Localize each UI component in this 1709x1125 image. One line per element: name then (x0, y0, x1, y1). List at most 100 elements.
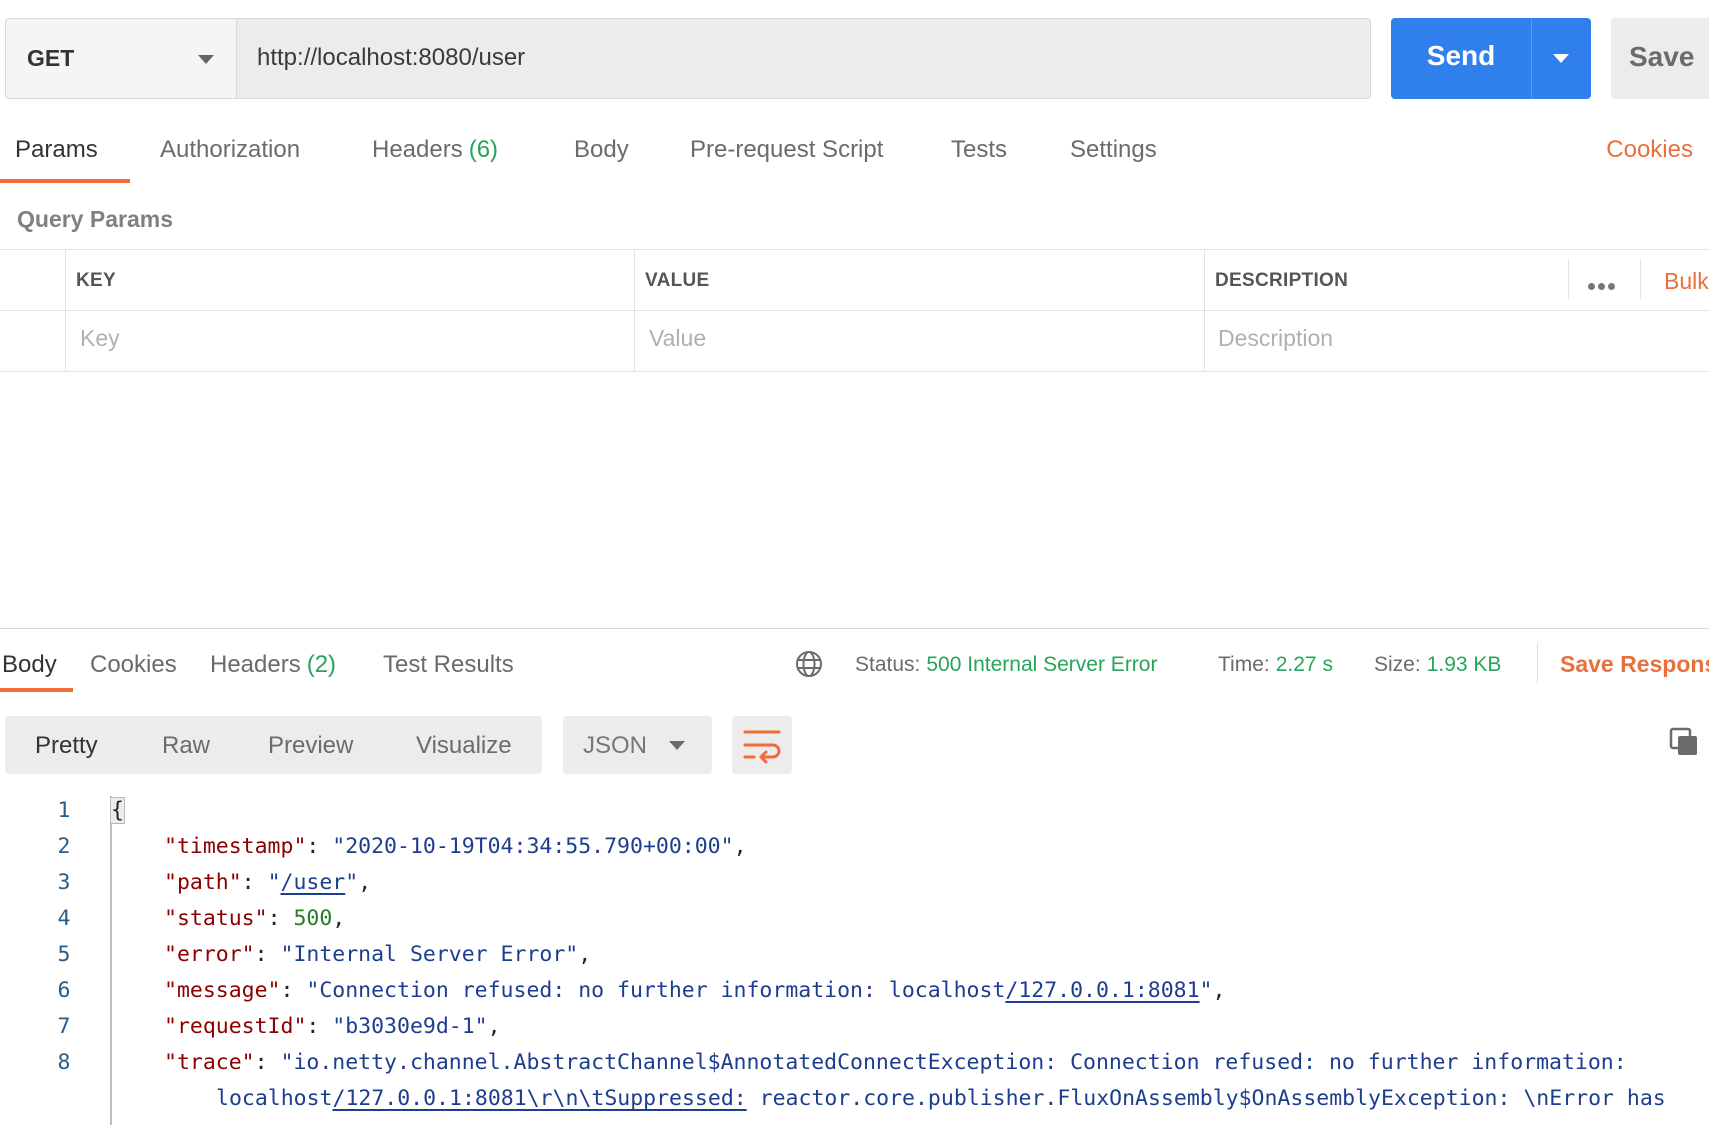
response-tab-test-results[interactable]: Test Results (383, 651, 514, 679)
code-line: "status": 500, (164, 906, 346, 931)
response-tab-body[interactable]: Body (2, 651, 57, 679)
size-label: Size: (1374, 653, 1421, 676)
response-active-tab-indicator (0, 688, 73, 692)
json-key: "trace" (164, 1050, 255, 1075)
json-string: "io.netty.channel.AbstractChannel$Annota… (280, 1050, 1627, 1075)
tab-settings[interactable]: Settings (1070, 136, 1157, 164)
column-divider (65, 249, 66, 372)
json-string: "Connection refused: no further informat… (306, 978, 1006, 1003)
active-tab-indicator (0, 179, 130, 183)
json-key: "status" (164, 906, 268, 931)
json-key: "path" (164, 870, 242, 895)
code-line-wrapped: localhost/127.0.0.1:8081\r\n\tSuppressed… (216, 1086, 1666, 1111)
code-line: "timestamp": "2020-10-19T04:34:55.790+00… (164, 834, 747, 859)
view-mode-visualize[interactable]: Visualize (416, 732, 512, 760)
tab-headers-label: Headers (372, 136, 463, 163)
tab-pre-request-script[interactable]: Pre-request Script (690, 136, 883, 164)
send-divider (1531, 18, 1532, 99)
json-string: " (345, 870, 359, 895)
json-link[interactable]: /127.0.0.1:8081\r\n\tSuppressed: (333, 1086, 747, 1111)
json-string: "b3030e9d-1" (332, 1014, 488, 1039)
line-number: 3 (57, 870, 71, 895)
tab-tests[interactable]: Tests (951, 136, 1007, 164)
code-line: "trace": "io.netty.channel.AbstractChann… (164, 1050, 1627, 1075)
status-readout: Status: 500 Internal Server Error (855, 653, 1157, 677)
save-label: Save (1629, 41, 1695, 72)
response-tab-headers[interactable]: Headers (2) (210, 651, 336, 679)
view-mode-segmented-control: Pretty Raw Preview Visualize (5, 716, 542, 774)
column-divider (1640, 259, 1641, 299)
code-gutter-guide (110, 796, 112, 1125)
json-string: " (1199, 978, 1213, 1003)
json-key: "error" (164, 942, 255, 967)
save-response-button[interactable]: Save Respons (1560, 651, 1709, 678)
method-select[interactable]: GET (5, 18, 237, 99)
open-brace: { (110, 797, 125, 824)
time-value: 2.27 s (1275, 653, 1333, 676)
url-input[interactable]: http://localhost:8080/user (236, 18, 1371, 99)
chevron-down-icon (669, 741, 685, 750)
column-divider (1568, 259, 1569, 299)
json-string: "Internal Server Error" (280, 942, 579, 967)
time-readout: Time: 2.27 s (1218, 653, 1333, 677)
code-line: "message": "Connection refused: no furth… (164, 978, 1226, 1003)
wrap-lines-button[interactable] (732, 716, 792, 774)
request-tabs: Params Authorization Headers (6) Body Pre… (0, 136, 1709, 186)
status-label: Status: (855, 653, 921, 676)
response-tab-headers-count: (2) (306, 651, 337, 678)
json-key: "timestamp" (164, 834, 307, 859)
globe-icon[interactable] (794, 649, 824, 679)
json-string: " (267, 870, 281, 895)
line-number: 4 (57, 906, 71, 931)
time-label: Time: (1218, 653, 1270, 676)
send-label: Send (1426, 40, 1496, 71)
line-number: 2 (57, 834, 71, 859)
tab-headers-count: (6) (468, 136, 499, 163)
size-value: 1.93 KB (1426, 653, 1502, 676)
view-mode-pretty[interactable]: Pretty (35, 732, 98, 760)
bulk-edit-link[interactable]: Bulk (1664, 268, 1709, 295)
description-input[interactable]: Description (1218, 325, 1333, 352)
method-label: GET (27, 45, 75, 71)
view-mode-preview[interactable]: Preview (268, 732, 353, 760)
code-line: "error": "Internal Server Error", (164, 942, 592, 967)
table-border-top (0, 249, 1709, 250)
value-input[interactable]: Value (649, 325, 706, 352)
json-string: "2020-10-19T04:34:55.790+00:00" (332, 834, 734, 859)
table-border-mid (0, 310, 1709, 311)
size-readout: Size: 1.93 KB (1374, 653, 1501, 677)
line-number: 5 (57, 942, 71, 967)
tab-headers[interactable]: Headers (6) (372, 136, 498, 164)
json-link[interactable]: /user (281, 870, 346, 895)
json-link[interactable]: /127.0.0.1:8081 (1005, 978, 1199, 1003)
response-tab-cookies[interactable]: Cookies (90, 651, 177, 679)
format-label: JSON (583, 732, 648, 759)
tab-authorization[interactable]: Authorization (160, 136, 300, 164)
send-button[interactable]: Send (1391, 18, 1591, 99)
save-button[interactable]: Save (1611, 18, 1709, 99)
column-header-key: KEY (76, 270, 116, 291)
code-line: { (110, 797, 125, 824)
tab-params[interactable]: Params (15, 136, 98, 164)
column-divider (634, 249, 635, 372)
table-border-bottom (0, 371, 1709, 372)
cookies-link[interactable]: Cookies (1606, 136, 1693, 164)
line-number: 7 (57, 1014, 71, 1039)
view-mode-raw[interactable]: Raw (162, 732, 210, 760)
more-options-icon[interactable] (1588, 277, 1618, 295)
url-text: http://localhost:8080/user (257, 44, 526, 71)
request-bar: GET http://localhost:8080/user Send Save (5, 18, 1709, 99)
format-select[interactable]: JSON (563, 716, 712, 774)
code-line: "requestId": "b3030e9d-1", (164, 1014, 501, 1039)
column-header-description: DESCRIPTION (1215, 270, 1349, 291)
tab-body[interactable]: Body (574, 136, 629, 164)
line-number: 8 (57, 1050, 71, 1075)
key-input[interactable]: Key (80, 325, 120, 352)
response-divider (0, 628, 1709, 629)
query-params-table: KEY VALUE DESCRIPTION Bulk Key Value Des… (0, 249, 1709, 372)
response-body-code: 1 2 3 4 5 6 7 8 { "timestamp": "2020-10-… (0, 796, 1709, 1125)
wrap-lines-icon (743, 730, 781, 764)
json-number: 500 (293, 906, 333, 931)
send-options-chevron-icon[interactable] (1553, 54, 1569, 63)
copy-icon[interactable] (1668, 726, 1700, 758)
